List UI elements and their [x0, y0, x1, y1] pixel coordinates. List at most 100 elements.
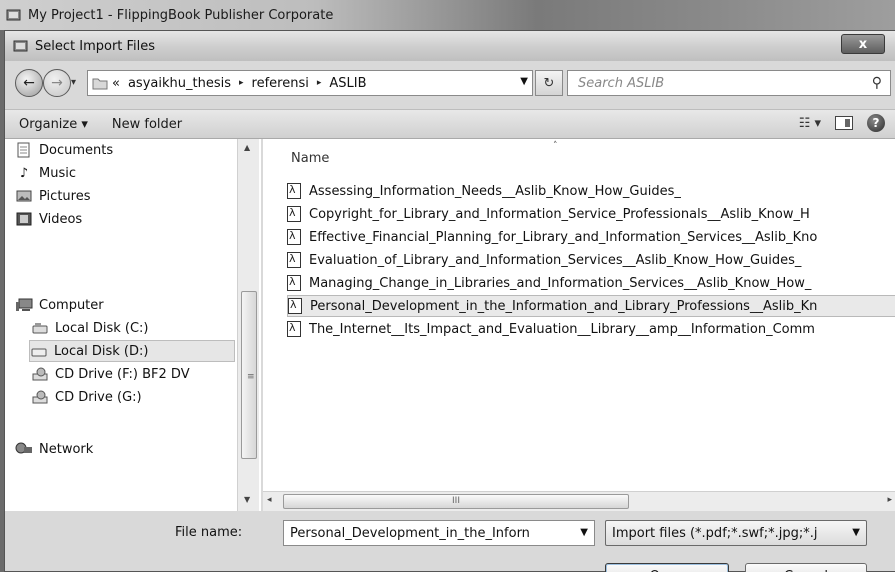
- file-name: Evaluation_of_Library_and_Information_Se…: [309, 252, 802, 268]
- file-type-value: Import files (*.pdf;*.swf;*.jpg;*.j: [612, 525, 818, 541]
- nav-item-label: CD Drive (G:): [55, 389, 142, 405]
- breadcrumb-overflow[interactable]: «: [112, 76, 120, 91]
- dialog-titlebar: Select Import Files x: [5, 31, 895, 61]
- nav-item-videos[interactable]: Videos: [15, 208, 245, 230]
- file-horizontal-scrollbar[interactable]: ◂ III ▸: [263, 491, 895, 511]
- preview-pane-icon[interactable]: [835, 116, 853, 130]
- file-name: The_Internet__Its_Impact_and_Evaluation_…: [309, 321, 815, 337]
- file-row[interactable]: Evaluation_of_Library_and_Information_Se…: [287, 249, 895, 271]
- cd-drive-icon: [31, 389, 49, 405]
- refresh-icon: ↻: [543, 75, 555, 91]
- nav-item-local-disk-c[interactable]: Local Disk (C:): [31, 317, 261, 339]
- search-icon[interactable]: ⚲: [872, 75, 882, 91]
- nav-item-network[interactable]: Network: [15, 438, 245, 460]
- file-type-select[interactable]: Import files (*.pdf;*.swf;*.jpg;*.j ▼: [605, 520, 867, 546]
- nav-item-label: Local Disk (C:): [55, 320, 149, 336]
- nav-item-music[interactable]: ♪ Music: [15, 162, 245, 184]
- chevron-down-icon[interactable]: ▼: [852, 527, 860, 538]
- forward-button[interactable]: →: [43, 69, 71, 97]
- file-name: Assessing_Information_Needs__Aslib_Know_…: [309, 183, 681, 199]
- cancel-button[interactable]: Cancel: [745, 563, 867, 572]
- scroll-up-icon[interactable]: ▲: [244, 143, 250, 152]
- nav-item-local-disk-d[interactable]: Local Disk (D:): [29, 340, 235, 362]
- back-button[interactable]: ←: [15, 69, 43, 97]
- computer-icon: [15, 297, 33, 313]
- chevron-down-icon[interactable]: ▼: [580, 527, 588, 538]
- document-icon: [15, 142, 33, 158]
- refresh-button[interactable]: ↻: [535, 70, 563, 96]
- file-row[interactable]: Copyright_for_Library_and_Information_Se…: [287, 203, 895, 225]
- file-name: Copyright_for_Library_and_Information_Se…: [309, 206, 810, 222]
- folder-icon: [92, 78, 108, 90]
- chevron-right-icon[interactable]: ▸: [317, 78, 322, 88]
- file-name: Personal_Development_in_the_Information_…: [310, 298, 818, 314]
- file-name: Managing_Change_in_Libraries_and_Informa…: [309, 275, 812, 291]
- pdf-file-icon: [287, 183, 301, 199]
- breadcrumb-asyaikhu-thesis[interactable]: asyaikhu_thesis: [128, 76, 231, 91]
- cd-drive-icon: [31, 366, 49, 382]
- close-button[interactable]: x: [841, 34, 885, 54]
- pdf-file-icon: [288, 298, 302, 314]
- file-row[interactable]: The_Internet__Its_Impact_and_Evaluation_…: [287, 318, 895, 340]
- parent-window-title: My Project1 - FlippingBook Publisher Cor…: [28, 7, 334, 23]
- videos-icon: [15, 211, 33, 227]
- pdf-file-icon: [287, 206, 301, 222]
- select-import-files-dialog: Select Import Files x ← → ▾ « asyaikhu_t…: [4, 30, 895, 572]
- back-arrow-icon: ←: [23, 75, 35, 91]
- help-icon[interactable]: ?: [867, 114, 885, 132]
- nav-item-pictures[interactable]: Pictures: [15, 185, 245, 207]
- dialog-app-icon: [13, 40, 28, 52]
- nav-item-label: Pictures: [39, 188, 91, 204]
- change-view-icon[interactable]: ☷ ▾: [799, 116, 821, 131]
- breadcrumb-referensi[interactable]: referensi: [252, 76, 309, 91]
- nav-item-computer[interactable]: Computer: [15, 294, 245, 316]
- toolbar: Organize ▾ New folder ☷ ▾ ?: [5, 109, 895, 139]
- chevron-right-icon[interactable]: ▸: [239, 78, 244, 88]
- organize-menu[interactable]: Organize ▾: [19, 117, 88, 132]
- scroll-left-icon[interactable]: ◂: [267, 495, 272, 505]
- forward-arrow-icon: →: [51, 75, 63, 91]
- disk-icon: [31, 320, 49, 336]
- dialog-title: Select Import Files: [35, 38, 156, 54]
- column-header-name[interactable]: Name: [291, 151, 329, 166]
- new-folder-button[interactable]: New folder: [112, 117, 182, 132]
- music-icon: ♪: [19, 165, 29, 181]
- address-bar[interactable]: « asyaikhu_thesis ▸ referensi ▸ ASLIB ▼: [87, 70, 533, 96]
- file-row[interactable]: Managing_Change_in_Libraries_and_Informa…: [287, 272, 895, 294]
- pictures-icon: [15, 188, 33, 204]
- address-row: ← → ▾ « asyaikhu_thesis ▸ referensi ▸ AS…: [5, 67, 895, 103]
- file-list: ˄ Name Assessing_Information_Needs__Asli…: [263, 139, 895, 491]
- sort-ascending-icon: ˄: [553, 141, 558, 151]
- file-name-value: Personal_Development_in_the_Inforn: [290, 525, 530, 541]
- app-icon: [6, 9, 21, 21]
- scroll-right-icon[interactable]: ▸: [887, 495, 892, 505]
- file-name-label: File name:: [175, 525, 243, 540]
- pdf-file-icon: [287, 275, 301, 291]
- nav-item-cd-drive-g[interactable]: CD Drive (G:): [31, 386, 261, 408]
- close-icon: x: [858, 36, 868, 52]
- breadcrumb-aslib[interactable]: ASLIB: [329, 76, 366, 91]
- scrollbar-thumb[interactable]: ≡: [241, 291, 257, 459]
- nav-item-documents[interactable]: Documents: [15, 139, 245, 161]
- network-icon: [15, 441, 33, 457]
- file-row[interactable]: Effective_Financial_Planning_for_Library…: [287, 226, 895, 248]
- nav-vertical-scrollbar[interactable]: ▲ ≡ ▼: [237, 139, 259, 511]
- parent-window-titlebar: My Project1 - FlippingBook Publisher Cor…: [0, 0, 895, 30]
- file-row[interactable]: Assessing_Information_Needs__Aslib_Know_…: [287, 180, 895, 202]
- address-dropdown-icon[interactable]: ▼: [520, 76, 528, 87]
- file-row-selected[interactable]: Personal_Development_in_the_Information_…: [287, 295, 895, 317]
- file-name-field[interactable]: Personal_Development_in_the_Inforn ▼: [283, 520, 595, 546]
- nav-item-label: Music: [39, 165, 76, 181]
- pdf-file-icon: [287, 252, 301, 268]
- pdf-file-icon: [287, 229, 301, 245]
- recent-locations-dropdown[interactable]: ▾: [71, 77, 76, 88]
- scroll-down-icon[interactable]: ▼: [244, 495, 250, 504]
- scrollbar-thumb[interactable]: III: [283, 494, 629, 509]
- grip-icon: ≡: [247, 372, 255, 382]
- open-button[interactable]: Open: [605, 563, 729, 572]
- nav-item-label: Local Disk (D:): [54, 343, 149, 359]
- nav-item-cd-drive-f[interactable]: CD Drive (F:) BF2 DV: [31, 363, 261, 385]
- search-placeholder: Search ASLIB: [578, 75, 665, 91]
- nav-item-label: Computer: [39, 297, 104, 313]
- search-input[interactable]: Search ASLIB ⚲: [567, 70, 891, 96]
